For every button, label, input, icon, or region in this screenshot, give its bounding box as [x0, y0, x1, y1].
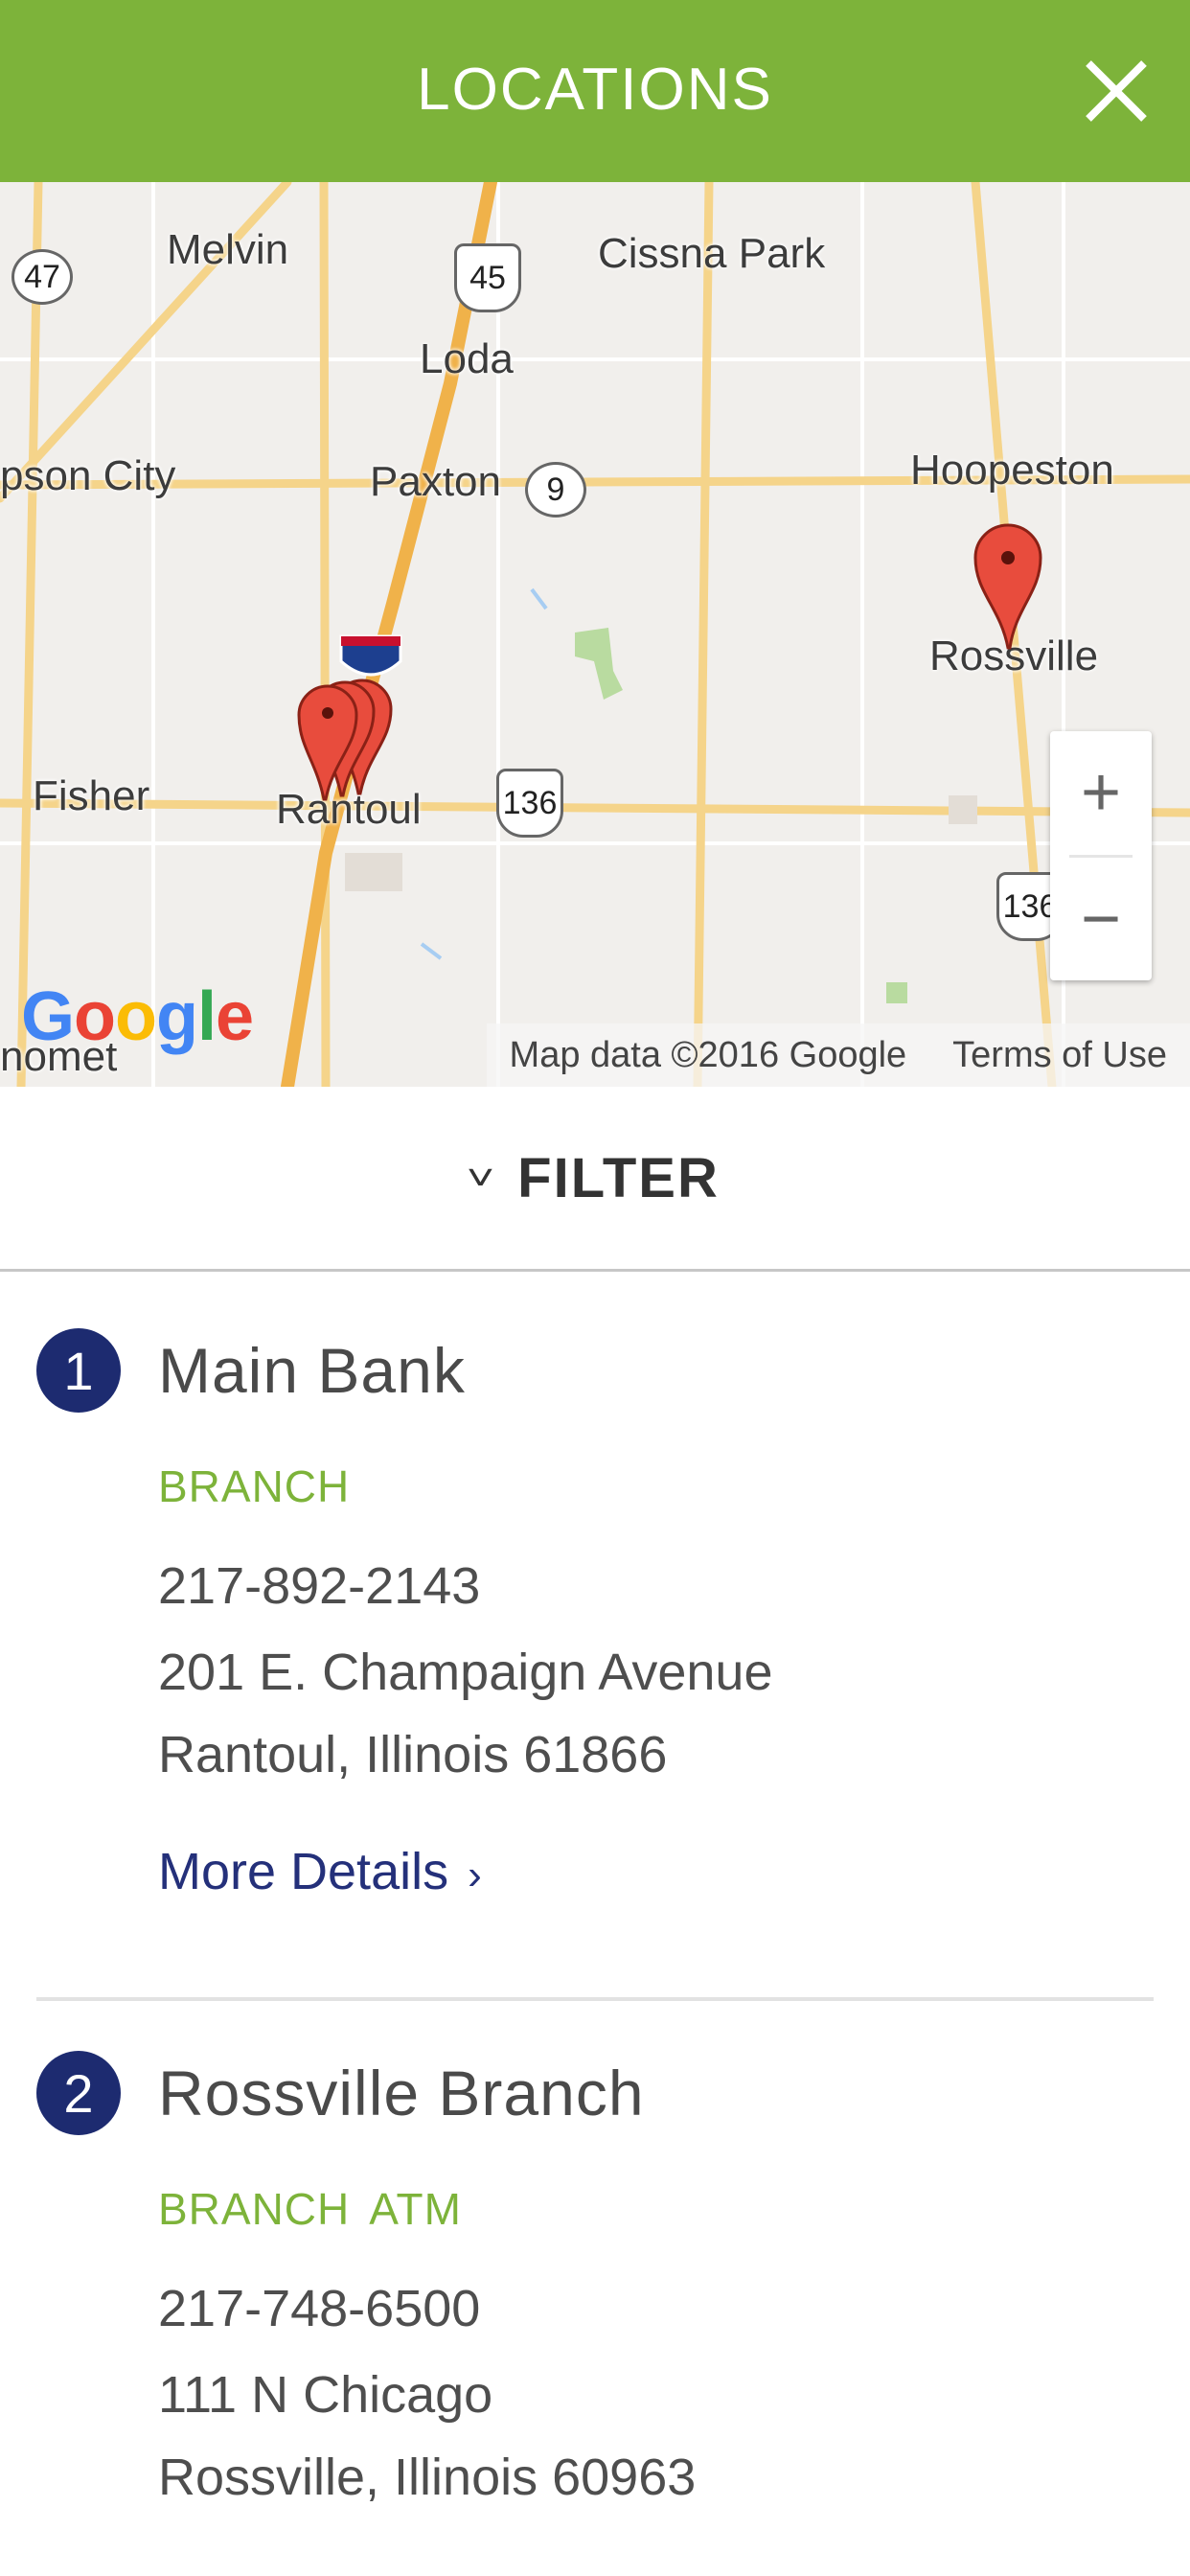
- google-logo: Google: [21, 978, 254, 1055]
- close-button[interactable]: [1081, 56, 1152, 126]
- terms-of-use-link[interactable]: Terms of Use: [929, 1035, 1190, 1076]
- location-tag: ATM: [369, 2184, 462, 2234]
- place-label-loda: Loda: [420, 335, 514, 382]
- location-address-line2: Rossville, Illinois 60963: [158, 2449, 697, 2506]
- page-title: LOCATIONS: [417, 57, 773, 123]
- location-phone[interactable]: 217-892-2143: [158, 1556, 480, 1616]
- location-address-line1: 111 N Chicago: [158, 2366, 493, 2424]
- map-marker-rossville[interactable]: [968, 514, 1048, 657]
- location-address-line2: Rantoul, Illinois 61866: [158, 1726, 668, 1783]
- chevron-down-icon: ˅: [466, 1158, 495, 1197]
- location-tags: BRANCH ATM: [158, 2183, 481, 2235]
- close-icon: [1086, 60, 1147, 122]
- route-shield-45: 45: [454, 243, 521, 312]
- location-number-badge: 2: [36, 2051, 121, 2135]
- location-name: Main Bank: [158, 1335, 466, 1406]
- place-label-paxton: Paxton: [370, 458, 501, 505]
- place-label-hoopeston: Hoopeston: [910, 447, 1114, 494]
- map-marker-cluster-rantoul[interactable]: [284, 650, 408, 813]
- filter-toggle[interactable]: ˅ FILTER: [0, 1087, 1190, 1272]
- header-bar: LOCATIONS: [0, 0, 1190, 182]
- location-address-line1: 201 E. Champaign Avenue: [158, 1644, 773, 1701]
- route-shield-136: 136: [496, 769, 563, 838]
- route-shield-9: 9: [525, 462, 586, 518]
- zoom-out-button[interactable]: −: [1050, 858, 1152, 980]
- place-label-melvin: Melvin: [167, 226, 289, 273]
- location-name: Rossville Branch: [158, 2058, 645, 2128]
- zoom-control: + −: [1050, 731, 1152, 980]
- route-shield-47: 47: [11, 249, 73, 305]
- place-label-fisher: Fisher: [33, 772, 150, 819]
- more-details-link[interactable]: More Details ›: [158, 1842, 482, 1901]
- map-attribution: Map data ©2016 Google Terms of Use: [486, 1024, 1190, 1087]
- more-details-label: More Details: [158, 1843, 449, 1900]
- place-label-cissna-park: Cissna Park: [598, 230, 826, 277]
- location-tag: BRANCH: [158, 2184, 351, 2234]
- location-tags: BRANCH: [158, 1460, 369, 1512]
- filter-label: FILTER: [517, 1146, 720, 1209]
- location-phone[interactable]: 217-748-6500: [158, 2279, 480, 2338]
- location-tag: BRANCH: [158, 1461, 351, 1511]
- map-view[interactable]: Melvin Cissna Park Loda pson City Paxton…: [0, 182, 1190, 1087]
- chevron-right-icon: ›: [468, 1852, 482, 1898]
- map-data-credit: Map data ©2016 Google: [509, 1034, 907, 1075]
- zoom-in-button[interactable]: +: [1050, 731, 1152, 854]
- location-item: 1 Main Bank BRANCH 217-892-2143 201 E. C…: [0, 1269, 1190, 2001]
- location-item: 2 Rossville Branch BRANCH ATM 217-748-650…: [0, 2001, 1190, 2576]
- place-label-pson-city: pson City: [0, 452, 176, 499]
- location-number-badge: 1: [36, 1328, 121, 1413]
